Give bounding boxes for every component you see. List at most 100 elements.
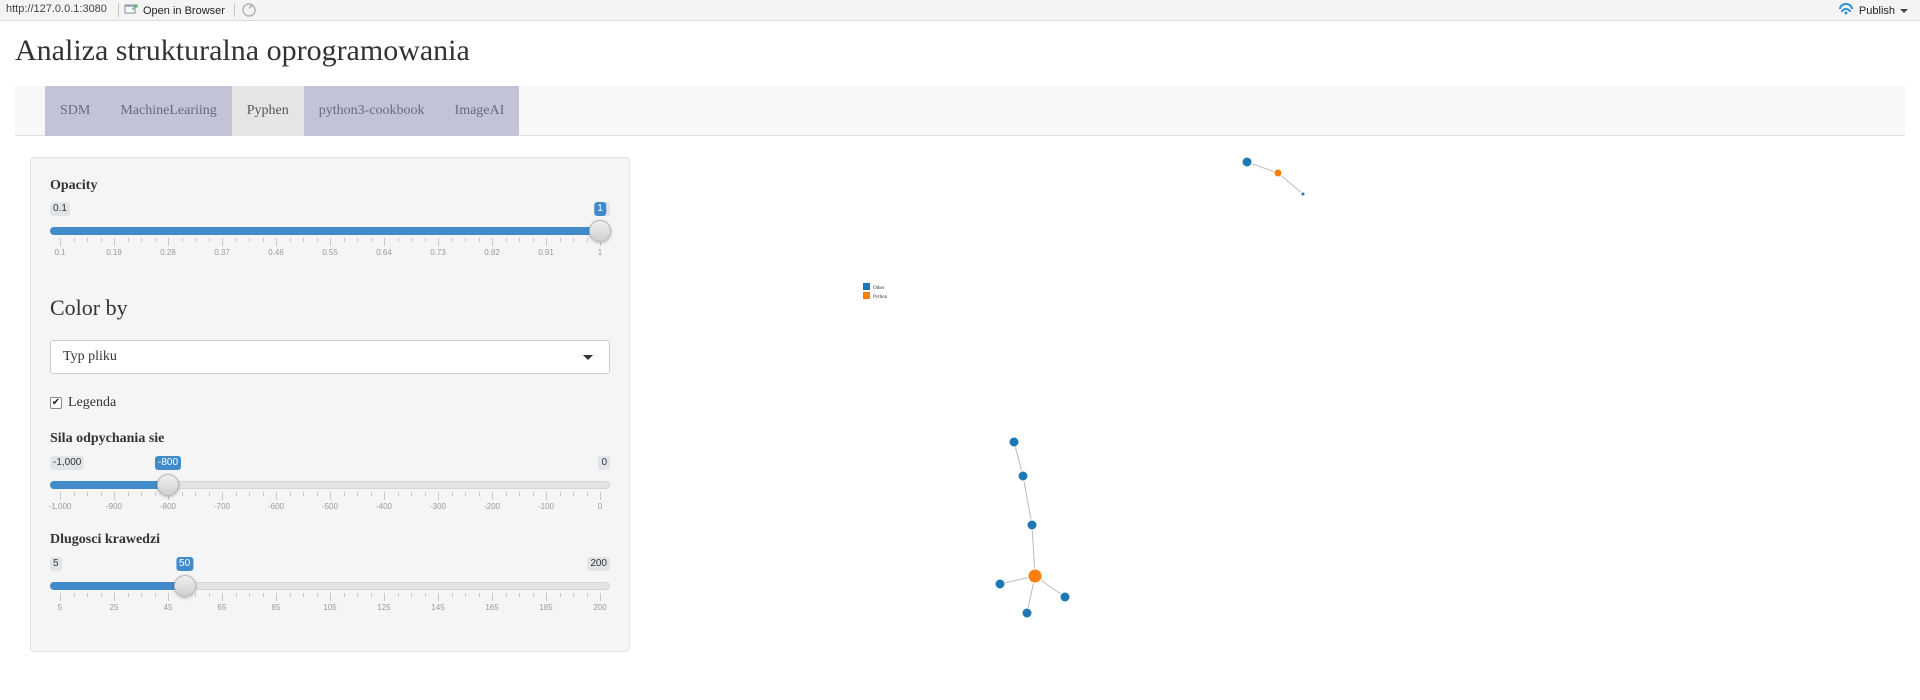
slider-tick xyxy=(505,238,507,242)
slider-tick xyxy=(478,492,480,496)
slider-tick xyxy=(262,593,264,597)
slider-tick xyxy=(208,492,210,496)
legend-checkbox[interactable]: ✔ xyxy=(50,397,62,409)
tab-python3-cookbook[interactable]: python3-cookbook xyxy=(303,86,440,136)
graph-node-other[interactable] xyxy=(1008,436,1020,448)
slider-tick-label: 165 xyxy=(485,603,499,612)
slider-tick-label: 0.82 xyxy=(484,248,500,257)
edge_length-slider-handle[interactable] xyxy=(173,575,196,597)
opacity-slider-handle[interactable] xyxy=(589,220,611,242)
graph-edge xyxy=(1031,524,1036,577)
slider-tick xyxy=(492,238,493,246)
slider-tick xyxy=(249,238,250,242)
slider-tick xyxy=(127,593,129,597)
slider-tick xyxy=(168,238,169,246)
refresh-icon[interactable] xyxy=(241,2,257,18)
slider-tick-label: 25 xyxy=(109,603,119,612)
slider-tick xyxy=(586,593,588,597)
slider-tick xyxy=(100,593,102,597)
slider-tick xyxy=(141,492,142,496)
repulsion-slider[interactable]: -1,000 0 -1,000 -900 -800 -700 -600 -500 -400 -30… xyxy=(49,456,610,516)
tab-imageai[interactable]: ImageAI xyxy=(439,86,520,136)
publish-button[interactable]: Publish xyxy=(1838,3,1908,18)
slider-tick xyxy=(532,492,534,496)
slider-tick xyxy=(411,593,412,597)
graph-edges xyxy=(999,161,1304,614)
legend-checkbox-row[interactable]: ✔ Legenda xyxy=(50,395,116,411)
graph-node-python[interactable] xyxy=(1027,568,1043,584)
legend-swatch xyxy=(863,283,870,290)
network-graph[interactable]: Other Python xyxy=(640,145,1900,685)
slider-tick-label: -100 xyxy=(537,502,555,511)
slider-tick xyxy=(154,492,156,496)
slider-tick-label: -500 xyxy=(321,502,339,511)
slider-tick xyxy=(276,492,277,500)
slider-tick xyxy=(546,238,547,246)
slider-tick-label: -300 xyxy=(429,502,447,511)
opacity-slider-fill xyxy=(50,227,600,235)
open-in-browser-button[interactable]: Open in Browser xyxy=(124,3,225,18)
tab-pyphen[interactable]: Pyphen xyxy=(231,86,304,136)
slider-tick xyxy=(168,593,169,601)
slider-tick xyxy=(465,492,466,496)
slider-tick-label: 1 xyxy=(597,248,603,257)
slider-tick xyxy=(370,238,372,242)
slider-tick xyxy=(559,593,561,597)
slider-tick xyxy=(127,492,129,496)
slider-tick xyxy=(330,593,331,601)
slider-tick-label: 0.28 xyxy=(160,248,176,257)
slider-tick xyxy=(316,492,318,496)
graph-node-other[interactable] xyxy=(1300,191,1306,197)
slider-tick xyxy=(208,593,210,597)
graph-node-python[interactable] xyxy=(1273,168,1283,178)
graph-node-other[interactable] xyxy=(1059,591,1071,603)
slider-tick xyxy=(370,492,372,496)
tab-machineleariing[interactable]: MachineLeariing xyxy=(105,86,232,136)
graph-node-other[interactable] xyxy=(1017,470,1029,482)
graph-node-other[interactable] xyxy=(994,578,1006,590)
slider-tick xyxy=(87,238,88,242)
slider-tick-label: -900 xyxy=(105,502,123,511)
slider-tick xyxy=(87,492,88,496)
slider-tick xyxy=(141,238,142,242)
slider-tick xyxy=(303,238,304,242)
graph-node-other[interactable] xyxy=(1241,156,1253,168)
graph-node-other[interactable] xyxy=(1026,519,1038,531)
slider-tick xyxy=(235,593,237,597)
sidebar-panel: Opacity 0.110.10.190.280.370.460.550.640… xyxy=(30,157,630,652)
browser-window-icon xyxy=(124,3,138,18)
slider-tick xyxy=(519,492,520,496)
chevron-down-icon xyxy=(1900,5,1908,17)
edge_length-max-label: 200 xyxy=(587,557,610,571)
opacity-min-label: 0.1 xyxy=(50,202,70,216)
graph-edge xyxy=(1277,172,1304,195)
slider-tick xyxy=(303,492,304,496)
slider-tick-label: 0.73 xyxy=(430,248,446,257)
slider-tick xyxy=(235,492,237,496)
slider-tick-label: 0.37 xyxy=(214,248,230,257)
legend-label: Other xyxy=(873,286,885,291)
slider-tick xyxy=(343,492,345,496)
graph-node-other[interactable] xyxy=(1021,607,1033,619)
slider-tick xyxy=(181,492,183,496)
navbar: SDM MachineLeariing Pyphen python3-cookbook… xyxy=(15,86,1905,136)
slider-tick xyxy=(87,593,88,597)
slider-tick xyxy=(573,238,574,242)
color-by-select[interactable]: Typ pliku xyxy=(50,340,610,374)
slider-tick xyxy=(519,238,520,242)
slider-tick-label: 0.64 xyxy=(376,248,392,257)
slider-tick-label: 200 xyxy=(593,603,607,612)
slider-tick xyxy=(573,593,574,597)
repulsion-value-label: -800 xyxy=(154,456,182,470)
slider-tick xyxy=(492,593,493,601)
tab-sdm[interactable]: SDM xyxy=(45,86,106,136)
slider-tick xyxy=(343,238,345,242)
slider-tick xyxy=(438,593,439,601)
slider-tick xyxy=(424,492,426,496)
slider-tick xyxy=(276,593,277,601)
opacity-slider[interactable]: 0.110.10.190.280.370.460.550.640.730.820… xyxy=(50,202,611,262)
repulsion-label: Sila odpychania sie xyxy=(50,431,165,446)
edge-length-slider[interactable]: 5 200 5 25 45 65 85 105 125 145 165 185 200 50 xyxy=(50,557,610,617)
repulsion-slider-handle[interactable] xyxy=(157,474,179,496)
slider-tick xyxy=(181,238,183,242)
